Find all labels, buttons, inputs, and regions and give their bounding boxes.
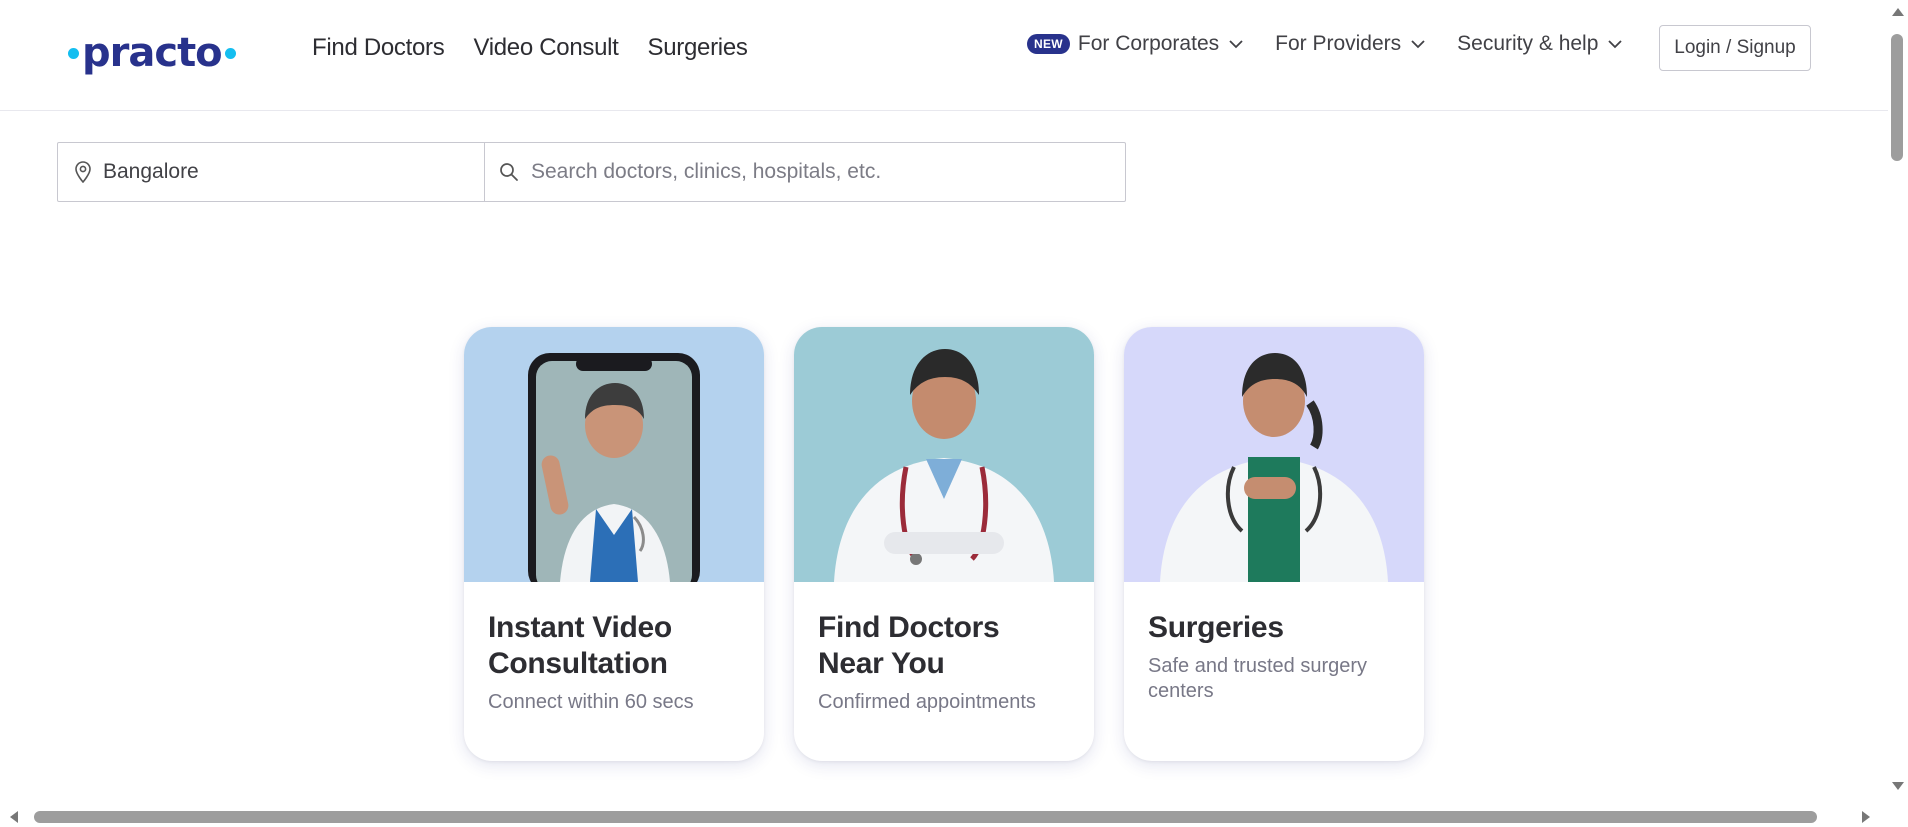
card-body: Instant Video Consultation Connect withi… xyxy=(464,582,764,715)
card-surgeries[interactable]: Surgeries Safe and trusted surgery cente… xyxy=(1124,327,1424,761)
nav-for-corporates[interactable]: NEW For Corporates xyxy=(1027,32,1243,56)
logo-dot-right xyxy=(224,47,236,59)
logo-dot-left xyxy=(68,47,79,59)
main-nav: Find Doctors Video Consult Surgeries xyxy=(312,34,748,62)
doctor-on-phone-illustration xyxy=(528,353,700,582)
chevron-down-icon xyxy=(1411,39,1425,48)
vertical-scrollbar[interactable] xyxy=(1888,0,1908,807)
card-image-surgeries xyxy=(1124,327,1424,582)
card-image-find-doctors xyxy=(794,327,1094,582)
card-subtitle: Safe and trusted surgery centers xyxy=(1148,655,1368,702)
search-field[interactable] xyxy=(485,143,1125,201)
horizontal-scroll-thumb[interactable] xyxy=(34,811,1817,823)
map-pin-icon xyxy=(75,161,91,183)
surgeon-illustration xyxy=(1160,353,1388,582)
scroll-right-arrow-icon[interactable] xyxy=(1862,811,1870,823)
chevron-down-icon xyxy=(1608,39,1623,48)
card-title: Instant Video Consultation xyxy=(488,611,672,680)
nav-find-doctors[interactable]: Find Doctors xyxy=(312,34,445,62)
nav-security-help[interactable]: Security & help xyxy=(1457,32,1623,56)
login-signup-button[interactable]: Login / Signup xyxy=(1659,25,1811,71)
card-subtitle: Confirmed appointments xyxy=(818,691,1036,713)
doctor-illustration xyxy=(834,349,1054,582)
new-badge: NEW xyxy=(1027,34,1070,54)
card-body: Find Doctors Near You Confirmed appointm… xyxy=(794,582,1094,715)
location-field[interactable]: Bangalore xyxy=(58,143,485,201)
card-find-doctors[interactable]: Find Doctors Near You Confirmed appointm… xyxy=(794,327,1094,761)
card-image-video-consultation xyxy=(464,327,764,582)
practo-logo[interactable]: practo xyxy=(68,30,236,76)
scroll-up-arrow-icon[interactable] xyxy=(1892,8,1904,16)
scroll-left-arrow-icon[interactable] xyxy=(10,811,18,823)
search-bar: Bangalore xyxy=(57,142,1126,202)
nav-surgeries[interactable]: Surgeries xyxy=(648,34,748,62)
nav-for-corporates-label: For Corporates xyxy=(1077,32,1220,55)
nav-for-providers[interactable]: For Providers xyxy=(1275,32,1425,56)
nav-for-providers-label: For Providers xyxy=(1275,32,1402,55)
nav-security-help-label: Security & help xyxy=(1457,32,1599,55)
location-value: Bangalore xyxy=(103,160,199,183)
secondary-nav: NEW For Corporates For Providers Securit… xyxy=(1027,32,1654,56)
card-title: Find Doctors Near You xyxy=(818,611,1000,680)
nav-video-consult[interactable]: Video Consult xyxy=(473,34,618,62)
card-title: Surgeries xyxy=(1148,611,1284,644)
logo-wordmark: practo xyxy=(82,30,223,76)
horizontal-scrollbar[interactable] xyxy=(0,807,1888,827)
page: practo Find Doctors Video Consult Surger… xyxy=(0,0,1908,827)
vertical-scroll-thumb[interactable] xyxy=(1891,34,1903,161)
scroll-down-arrow-icon[interactable] xyxy=(1892,782,1904,790)
card-video-consultation[interactable]: Instant Video Consultation Connect withi… xyxy=(464,327,764,761)
top-header: practo Find Doctors Video Consult Surger… xyxy=(0,0,1888,111)
card-body: Surgeries Safe and trusted surgery cente… xyxy=(1124,582,1424,704)
chevron-down-icon xyxy=(1229,39,1243,48)
search-input[interactable] xyxy=(531,160,1091,184)
search-icon xyxy=(500,163,518,181)
card-subtitle: Connect within 60 secs xyxy=(488,691,694,713)
